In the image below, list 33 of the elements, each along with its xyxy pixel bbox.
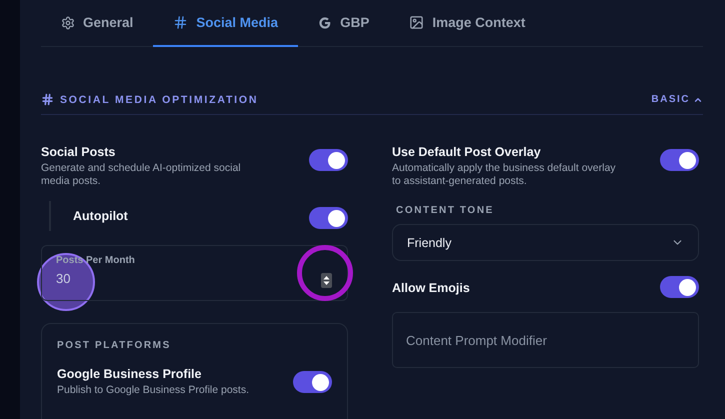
section-title: SOCIAL MEDIA OPTIMIZATION [60, 94, 258, 106]
setting-description: Publish to Google Business Profile posts. [57, 384, 250, 397]
field-label: CONTENT TONE [396, 205, 495, 216]
tab[interactable]: GBP [298, 0, 390, 47]
setting-title: Google Business Profile [57, 367, 202, 381]
hash-icon [41, 93, 54, 106]
spinner-button[interactable] [321, 273, 332, 288]
posts-per-month-field[interactable]: Posts Per Month 30 [41, 245, 348, 301]
field-value: 30 [56, 271, 70, 286]
setting-title: Use Default Post Overlay [392, 145, 542, 159]
highlight-ring [297, 245, 353, 301]
tone-dropdown[interactable]: Friendly [392, 224, 699, 261]
tab[interactable]: Social Media [153, 0, 298, 47]
setting-title: Social Posts [41, 145, 116, 159]
setting-title: Allow Emojis [392, 281, 470, 295]
setting-description: Automatically apply the business default overlay to assistant-generated posts. [392, 162, 617, 188]
tab[interactable]: General [41, 0, 154, 47]
card-title: POST PLATFORMS [57, 340, 172, 351]
gear-icon [61, 16, 75, 30]
field-label: Posts Per Month [56, 255, 135, 266]
prompt-field[interactable]: Content Prompt Modifier [392, 312, 699, 368]
autopilot-toggle[interactable] [309, 207, 348, 229]
overlay-toggle[interactable] [660, 149, 699, 171]
google-g-icon [318, 16, 332, 30]
mode-toggle[interactable]: BASIC [651, 94, 703, 105]
image-icon [409, 15, 424, 30]
hash-icon [173, 15, 188, 30]
setting-description: Generate and schedule AI-optimized social media posts. [41, 162, 242, 188]
emojis-toggle[interactable] [660, 276, 699, 298]
tab[interactable]: Image Context [389, 0, 546, 47]
social-posts-toggle[interactable] [309, 149, 348, 171]
setting-title: Autopilot [73, 209, 128, 223]
platform-toggle[interactable] [293, 371, 332, 393]
